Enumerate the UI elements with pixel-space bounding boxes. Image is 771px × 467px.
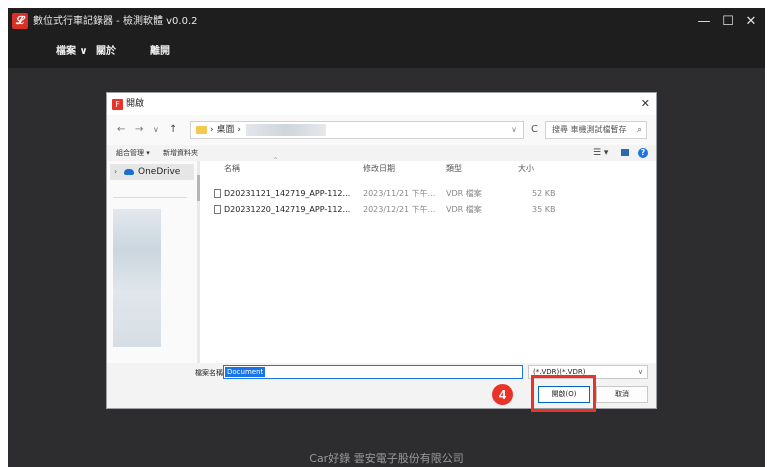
blurred-path-segment — [246, 124, 326, 136]
new-folder-button[interactable]: 新增資料夾 — [163, 145, 198, 161]
maximize-button[interactable]: ☐ — [717, 8, 739, 35]
menu-file[interactable]: 檔案 ∨ — [56, 35, 88, 68]
folder-icon — [196, 126, 207, 134]
file-type: VDR 檔案 — [446, 205, 482, 214]
footer-company: Car好錄 雲安電子股份有限公司 — [309, 452, 464, 465]
filename-value: Document — [225, 367, 266, 377]
menu-about[interactable]: 關於 — [96, 35, 116, 68]
app-logo-icon: 𝓛 — [12, 13, 28, 29]
file-row[interactable]: D20231121_142719_APP-112... 2023/11/21 下… — [200, 187, 656, 201]
onedrive-cloud-icon — [124, 169, 134, 175]
column-header-name[interactable]: 名稱 — [224, 161, 240, 177]
command-bar: 組合管理 ▾ 新增資料夾 ☰ ▾ ? — [107, 145, 656, 161]
dialog-title-bar: F 開啟 ✕ — [107, 93, 656, 115]
file-list: 名稱 ^ 修改日期 類型 大小 D20231121_142719_APP-112… — [200, 157, 656, 363]
highlight-box — [531, 375, 596, 412]
file-modified: 2023/11/21 下午... — [363, 189, 436, 198]
help-icon[interactable]: ? — [638, 148, 648, 158]
refresh-icon[interactable]: C — [531, 115, 538, 145]
column-header-modified[interactable]: 修改日期 — [363, 161, 395, 177]
file-icon — [214, 205, 221, 214]
nav-item-onedrive[interactable]: › OneDrive — [110, 164, 194, 180]
search-input[interactable]: 搜尋 車機測試檔暫存 ⌕ — [545, 121, 647, 139]
search-placeholder: 搜尋 車機測試檔暫存 — [552, 125, 627, 134]
breadcrumb[interactable]: › 桌面 › — [210, 122, 241, 138]
address-bar[interactable]: › 桌面 › ∨ — [190, 121, 524, 139]
app-title: 數位式行車記錄器 - 檢測軟體 v0.0.2 — [33, 16, 198, 27]
organize-button[interactable]: 組合管理 ▾ — [116, 145, 150, 161]
menu-exit[interactable]: 離開 — [150, 35, 170, 68]
recent-locations-chevron-icon[interactable]: ∨ — [153, 115, 159, 145]
file-modified: 2023/12/21 下午... — [363, 205, 436, 214]
cancel-button[interactable]: 取消 — [596, 386, 648, 403]
forward-arrow-icon[interactable]: → — [135, 115, 143, 145]
open-dialog-icon: F — [112, 99, 123, 110]
up-arrow-icon[interactable]: ↑ — [169, 115, 177, 145]
column-header-type[interactable]: 類型 — [446, 161, 462, 177]
file-size: 35 KB — [532, 205, 556, 214]
chevron-down-icon: ∨ — [637, 368, 643, 376]
file-name: D20231220_142719_APP-112... — [224, 205, 351, 214]
expand-chevron-icon[interactable]: › — [114, 164, 117, 180]
search-icon: ⌕ — [636, 125, 642, 135]
file-row[interactable]: D20231220_142719_APP-112... 2023/12/21 下… — [200, 203, 656, 217]
view-options-icon[interactable]: ☰ ▾ — [593, 145, 608, 161]
blurred-nav-items — [113, 209, 161, 347]
file-icon — [214, 189, 221, 198]
file-type: VDR 檔案 — [446, 189, 482, 198]
column-header-size[interactable]: 大小 — [518, 161, 534, 177]
preview-pane-icon[interactable] — [621, 149, 629, 156]
navigation-row: ← → ∨ ↑ › 桌面 › ∨ C 搜尋 車機測試檔暫存 ⌕ — [107, 115, 656, 145]
filename-input[interactable]: Document — [223, 365, 523, 379]
dialog-title: 開啟 — [126, 99, 145, 109]
nav-item-label: OneDrive — [138, 167, 181, 177]
back-arrow-icon[interactable]: ← — [117, 115, 125, 145]
title-bar: 𝓛 數位式行車記錄器 - 檢測軟體 v0.0.2 — ☐ ✕ — [8, 8, 765, 35]
step-badge: 4 — [492, 384, 513, 405]
open-file-dialog: F 開啟 ✕ ← → ∨ ↑ › 桌面 › ∨ C 搜尋 車機測試檔暫存 ⌕ 組… — [106, 92, 657, 409]
close-button[interactable]: ✕ — [740, 8, 762, 35]
file-size: 52 KB — [532, 189, 556, 198]
nav-divider — [113, 197, 187, 198]
dialog-close-button[interactable]: ✕ — [641, 93, 650, 115]
sort-caret-icon: ^ — [273, 157, 279, 164]
navigation-pane: › OneDrive — [107, 161, 197, 363]
minimize-button[interactable]: — — [693, 8, 715, 35]
file-name: D20231121_142719_APP-112... — [224, 189, 351, 198]
menu-bar: 檔案 ∨ 關於 離開 — [8, 35, 765, 68]
address-dropdown-chevron-icon[interactable]: ∨ — [511, 122, 517, 138]
